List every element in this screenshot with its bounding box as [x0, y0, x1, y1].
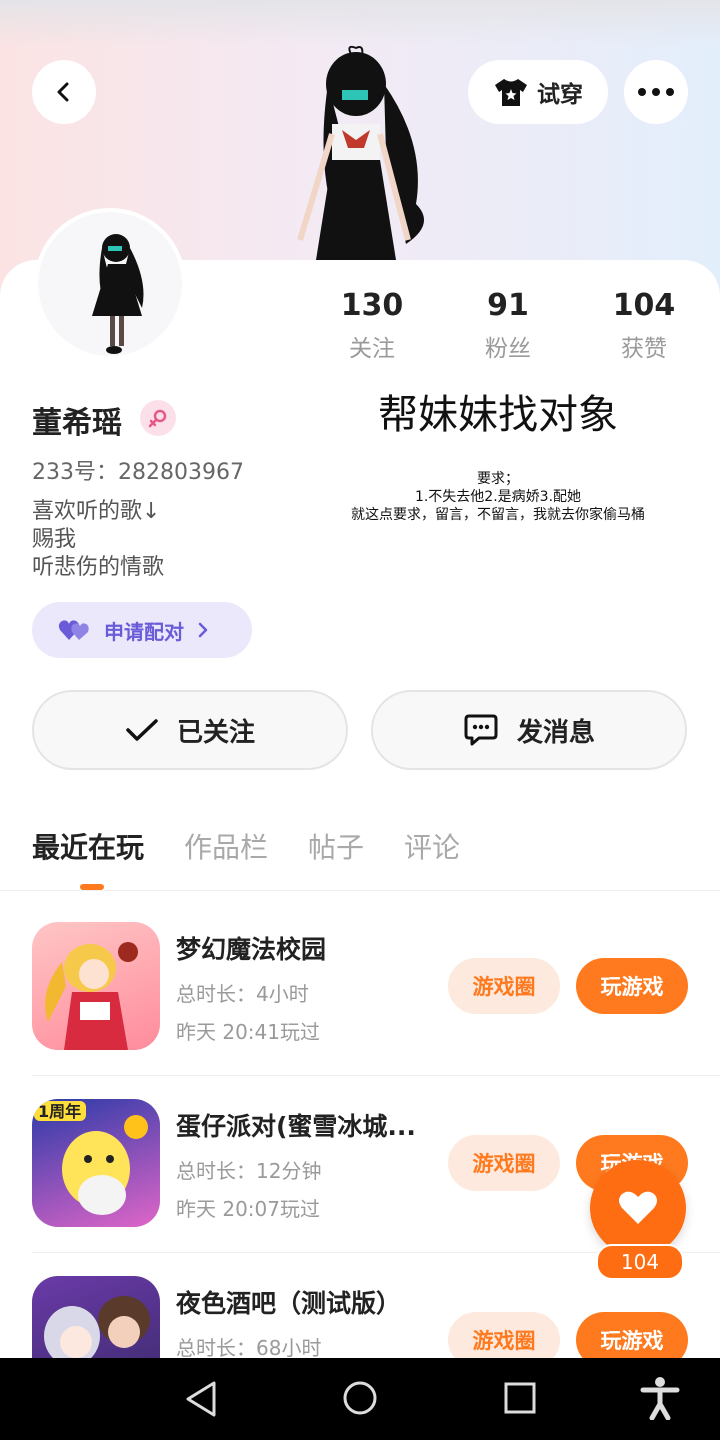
apply-pair-button[interactable]: 申请配对 [32, 602, 252, 658]
game-row[interactable]: 夜色酒吧（测试版） 总时长：68小时 游戏圈 玩游戏 [0, 1276, 720, 1358]
tryon-label: 试穿 [537, 82, 583, 108]
hero-character-figure [297, 45, 424, 260]
more-button[interactable] [624, 60, 688, 124]
play-game-button[interactable]: 玩游戏 [576, 1312, 688, 1358]
avatar[interactable] [34, 208, 186, 360]
back-button[interactable] [32, 60, 96, 124]
following-button[interactable]: 已关注 [32, 690, 348, 770]
stat-likes[interactable]: 104 获赞 [584, 288, 704, 363]
system-nav-bar [0, 1358, 720, 1440]
play-game-button[interactable]: 玩游戏 [576, 958, 688, 1014]
avatar-character-figure [92, 234, 144, 354]
game-duration: 总时长：68小时 [176, 1336, 322, 1358]
nav-home-icon[interactable] [342, 1380, 378, 1416]
send-message-label: 发消息 [516, 717, 595, 748]
send-message-button[interactable]: 发消息 [371, 690, 687, 770]
game-icon [32, 1276, 160, 1358]
tab-posts[interactable]: 帖子 [308, 826, 364, 866]
check-icon [126, 719, 158, 741]
game-circle-button[interactable]: 游戏圈 [448, 1135, 560, 1191]
apply-pair-label: 申请配对 [104, 619, 184, 644]
game-last-played: 昨天 20:41玩过 [176, 1020, 320, 1044]
following-label: 已关注 [176, 717, 255, 748]
profile-bio: 喜欢听的歌↓ 赐我 听悲伤的情歌 [32, 499, 165, 580]
nav-recents-icon[interactable] [504, 1382, 536, 1414]
like-fab-button[interactable] [590, 1160, 686, 1256]
chevron-right-icon [198, 622, 208, 638]
tshirt-icon [495, 79, 527, 106]
game-icon: 1周年 [32, 1099, 160, 1227]
profile-headline: 帮妹妹找对象 [378, 392, 618, 438]
profile-name: 董希瑶 [32, 406, 122, 441]
stat-likes-value: 104 [612, 288, 676, 323]
game-circle-button[interactable]: 游戏圈 [448, 958, 560, 1014]
tab-recently-played[interactable]: 最近在玩 [32, 826, 144, 866]
stat-following-label: 关注 [349, 336, 395, 362]
tryon-button[interactable]: 试穿 [468, 60, 608, 124]
game-duration: 总时长：12分钟 [176, 1159, 322, 1183]
stat-followers-label: 粉丝 [485, 336, 531, 362]
stat-likes-label: 获赞 [621, 336, 667, 362]
female-gender-icon [140, 400, 176, 436]
accessibility-icon[interactable] [640, 1376, 680, 1420]
chat-bubble-icon [464, 714, 498, 746]
more-dots-icon [638, 88, 674, 96]
tab-works[interactable]: 作品栏 [184, 826, 268, 866]
chevron-left-icon [57, 82, 69, 102]
profile-requirements: 要求； 1.不失去他2.是病娇3.配她 就这点要求，留言，不留言，我就去你家偷马… [351, 471, 645, 523]
hearts-icon [58, 620, 89, 640]
game-last-played: 昨天 20:07玩过 [176, 1197, 320, 1221]
game-title: 蛋仔派对(蜜雪冰城... [176, 1112, 416, 1141]
nav-back-icon[interactable] [184, 1380, 218, 1418]
game-row[interactable]: 梦幻魔法校园 总时长：4小时 昨天 20:41玩过 游戏圈 玩游戏 [0, 922, 720, 1098]
heart-icon [619, 1191, 657, 1224]
game-icon [32, 922, 160, 1050]
stat-followers-value: 91 [487, 288, 529, 323]
stat-followers[interactable]: 91 粉丝 [448, 288, 568, 363]
game-title: 梦幻魔法校园 [176, 935, 327, 964]
divider [32, 1075, 720, 1076]
divider [0, 890, 720, 891]
stat-following[interactable]: 130 关注 [312, 288, 432, 363]
like-count-badge: 104 [596, 1244, 684, 1280]
profile-tabs: 最近在玩 作品栏 帖子 评论 [32, 826, 460, 866]
status-bar [0, 0, 720, 46]
game-icon-badge: 1周年 [38, 1102, 81, 1121]
profile-uid: 233号：282803967 [32, 460, 244, 485]
game-circle-button[interactable]: 游戏圈 [448, 1312, 560, 1358]
tab-comments[interactable]: 评论 [404, 826, 460, 866]
stat-following-value: 130 [340, 288, 404, 323]
game-title: 夜色酒吧（测试版） [176, 1289, 402, 1318]
game-duration: 总时长：4小时 [176, 982, 309, 1006]
